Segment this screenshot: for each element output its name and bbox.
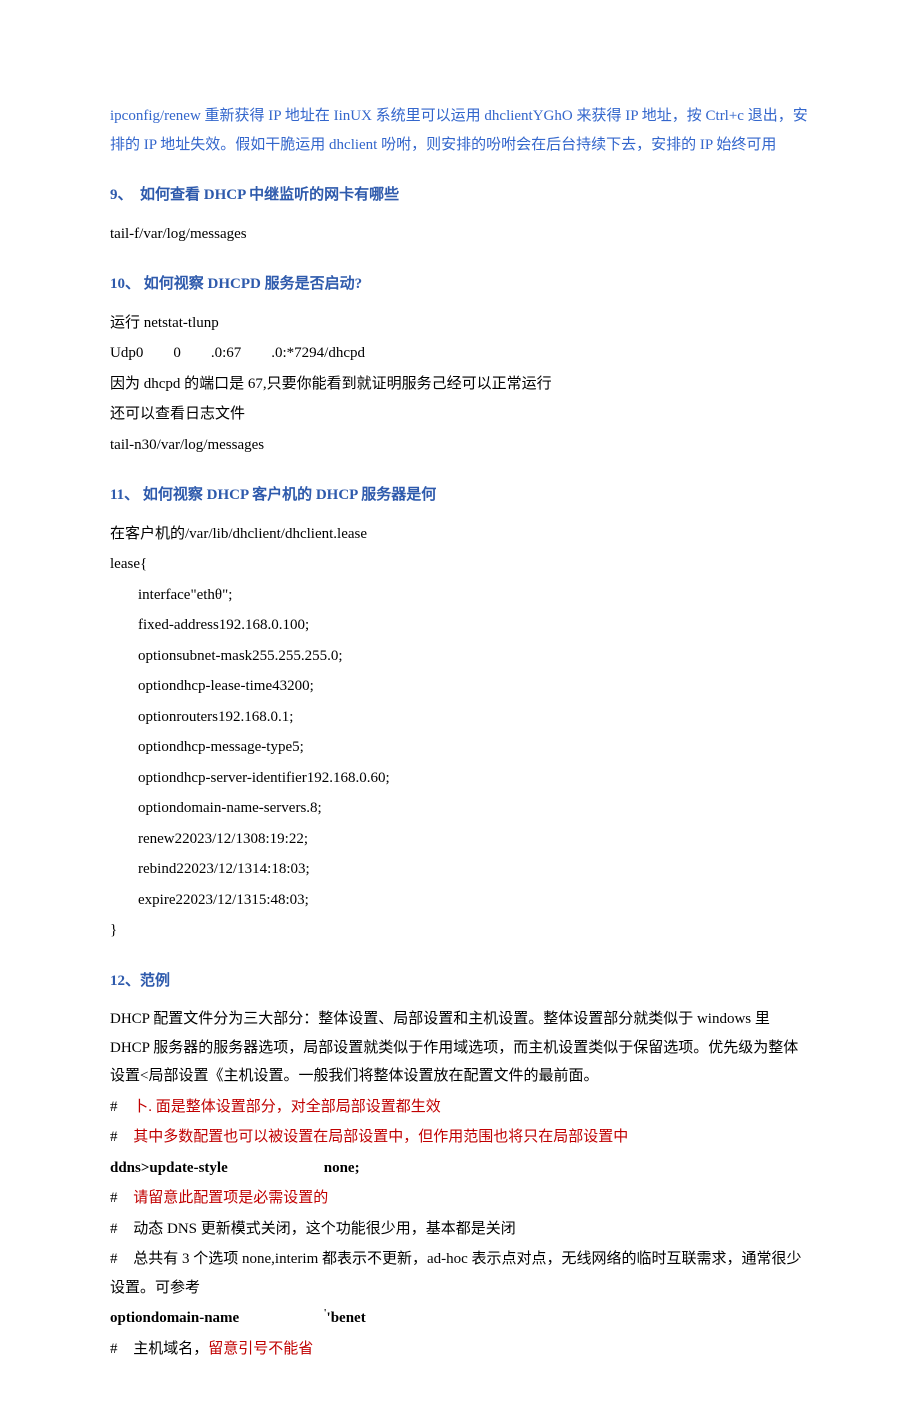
s10-line1: 运行 netstat-tlunp bbox=[110, 309, 810, 338]
heading-12: 12、范例 bbox=[110, 967, 810, 996]
s12-comment4: # 动态 DNS 更新模式关闭，这个功能很少用，基本都是关闭 bbox=[110, 1215, 810, 1244]
config-key: ddns>update-style bbox=[110, 1154, 320, 1183]
hash-symbol: # bbox=[110, 1190, 118, 1206]
s11-line1: 在客户机的/var/lib/dhclient/dhclient.lease bbox=[110, 520, 810, 549]
comment-text: 总共有 3 个选项 none,interim 都表示不更新，ad-hoc 表示点… bbox=[110, 1251, 802, 1296]
config-key: optiondomain-name bbox=[110, 1304, 320, 1333]
s11-line10: optiondomain-name-servers.8; bbox=[110, 794, 810, 823]
heading-10: 10、 如何视察 DHCPD 服务是否启动? bbox=[110, 270, 810, 299]
s12-comment3: # 请留意此配置项是必需设置的 bbox=[110, 1184, 810, 1213]
s10-line3: 因为 dhcpd 的端口是 67,只要你能看到就证明服务己经可以正常运行 bbox=[110, 370, 810, 399]
s10-line2: Udp0 0 .0:67 .0:*7294/dhcpd bbox=[110, 339, 810, 368]
hash-symbol: # bbox=[110, 1341, 118, 1357]
s12-comment2: # 其中多数配置也可以被设置在局部设置中，但作用范围也将只在局部设置中 bbox=[110, 1123, 810, 1152]
intro-paragraph: ipconfig/renew 重新获得 IP 地址在 IinUX 系统里可以运用… bbox=[110, 102, 810, 159]
hash-symbol: # bbox=[110, 1221, 118, 1237]
config-value-text: 'benet bbox=[327, 1310, 366, 1326]
comment-text: 卜. 面是整体设置部分，对全部局部设置都生效 bbox=[133, 1099, 441, 1115]
s12-comment5: # 总共有 3 个选项 none,interim 都表示不更新，ad-hoc 表… bbox=[110, 1245, 810, 1302]
comment-text: 动态 DNS 更新模式关闭，这个功能很少用，基本都是关闭 bbox=[133, 1221, 516, 1237]
heading-9: 9、 如何查看 DHCP 中继监听的网卡有哪些 bbox=[110, 181, 810, 210]
s10-line4: 还可以查看日志文件 bbox=[110, 400, 810, 429]
comment-text: 请留意此配置项是必需设置的 bbox=[133, 1190, 328, 1206]
comment-text-black: 主机域名， bbox=[133, 1341, 208, 1357]
s9-line1: tail-f/var/log/messages bbox=[110, 220, 810, 249]
hash-symbol: # bbox=[110, 1129, 118, 1145]
s11-line5: optionsubnet-mask255.255.255.0; bbox=[110, 642, 810, 671]
s12-comment1: # 卜. 面是整体设置部分，对全部局部设置都生效 bbox=[110, 1093, 810, 1122]
s12-comment6: # 主机域名，留意引号不能省 bbox=[110, 1335, 810, 1364]
s11-line12: rebind22023/12/1314:18:03; bbox=[110, 855, 810, 884]
s12-config1: ddns>update-style none; bbox=[110, 1154, 810, 1183]
s11-line7: optionrouters192.168.0.1; bbox=[110, 703, 810, 732]
s11-line2: lease{ bbox=[110, 550, 810, 579]
config-value: ''benet bbox=[324, 1304, 366, 1333]
s11-line4: fixed-address192.168.0.100; bbox=[110, 611, 810, 640]
s12-paragraph1: DHCP 配置文件分为三大部分：整体设置、局部设置和主机设置。整体设置部分就类似… bbox=[110, 1005, 810, 1091]
s10-line5: tail-n30/var/log/messages bbox=[110, 431, 810, 460]
heading-11: 11、 如何视察 DHCP 客户机的 DHCP 服务器是何 bbox=[110, 481, 810, 510]
comment-text: 其中多数配置也可以被设置在局部设置中，但作用范围也将只在局部设置中 bbox=[133, 1129, 628, 1145]
s11-line6: optiondhcp-lease-time43200; bbox=[110, 672, 810, 701]
hash-symbol: # bbox=[110, 1099, 118, 1115]
s11-line8: optiondhcp-message-type5; bbox=[110, 733, 810, 762]
intro-part1: ipconfig/renew 重新获得 IP 地址在 IinUX 系统里可以运用… bbox=[110, 108, 687, 124]
s11-line13: expire22023/12/1315:48:03; bbox=[110, 886, 810, 915]
hash-symbol: # bbox=[110, 1251, 118, 1267]
s11-line3: interface"ethθ"; bbox=[110, 581, 810, 610]
s11-line11: renew22023/12/1308:19:22; bbox=[110, 825, 810, 854]
config-value: none; bbox=[324, 1154, 360, 1183]
s11-line9: optiondhcp-server-identifier192.168.0.60… bbox=[110, 764, 810, 793]
s11-line14: } bbox=[110, 916, 810, 945]
s12-config2: optiondomain-name ''benet bbox=[110, 1304, 810, 1333]
comment-text-red: 留意引号不能省 bbox=[208, 1341, 313, 1357]
